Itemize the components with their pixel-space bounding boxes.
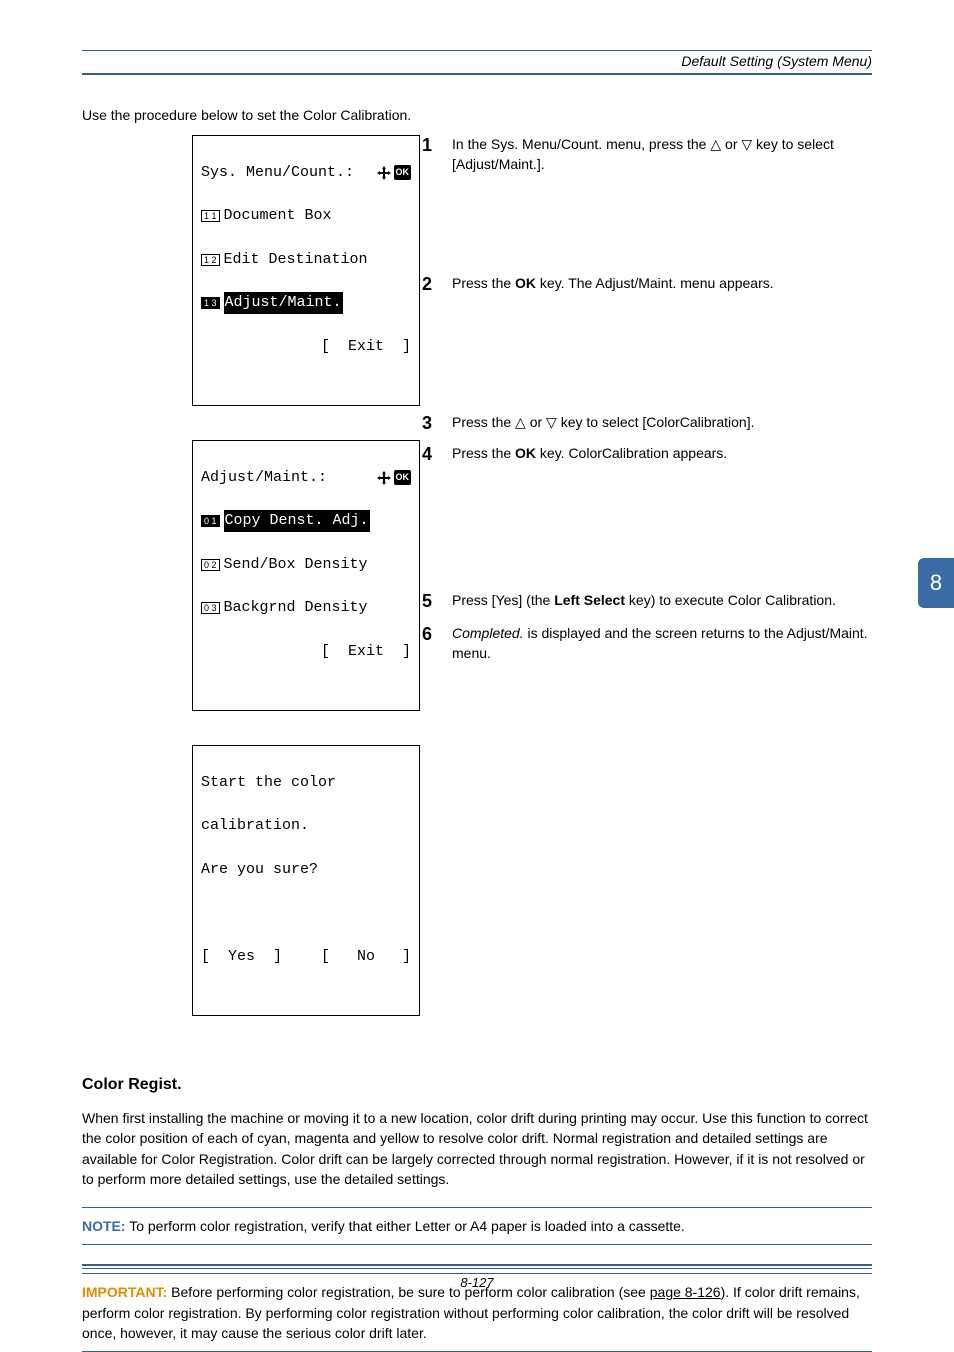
- lcd3-yes: [ Yes ]: [201, 946, 282, 968]
- step-num-1: 1: [422, 135, 452, 174]
- step-text-1: In the Sys. Menu/Count. menu, press the …: [452, 135, 872, 174]
- lcd1-softkey: [ Exit ]: [321, 336, 411, 358]
- lcd3-line2: calibration.: [201, 815, 309, 837]
- note-label: NOTE:: [82, 1218, 126, 1234]
- lcd1-title: Sys. Menu/Count.: [201, 162, 345, 184]
- lcd3-no: [ No ]: [321, 946, 411, 968]
- dpad-icon: [377, 471, 391, 485]
- step-num-2: 2: [422, 274, 452, 295]
- step-num-4: 4: [422, 444, 452, 465]
- step-text-6: Completed. is displayed and the screen r…: [452, 624, 872, 663]
- item-num: 0 3: [201, 602, 220, 614]
- page-number: 8-127: [82, 1268, 872, 1290]
- step-list: 1 In the Sys. Menu/Count. menu, press th…: [422, 135, 872, 663]
- step-num-6: 6: [422, 624, 452, 663]
- step-text-2: Press the OK key. The Adjust/Maint. menu…: [452, 274, 872, 295]
- item-num: 0 1: [201, 515, 220, 527]
- dpad-icon: [377, 166, 391, 180]
- step-num-3: 3: [422, 413, 452, 434]
- note-text: To perform color registration, verify th…: [126, 1218, 685, 1234]
- lcd3-line1: Start the color: [201, 772, 336, 794]
- step-text-3: Press the △ or ▽ key to select [ColorCal…: [452, 413, 872, 434]
- step-text-4: Press the OK key. ColorCalibration appea…: [452, 444, 872, 465]
- lcd1-item-1: Edit Destination: [224, 249, 368, 271]
- lcd2-item-0: Copy Denst. Adj.: [224, 510, 370, 532]
- lcd2-item-1: Send/Box Density: [224, 554, 368, 576]
- lcd1-item-0: Document Box: [224, 205, 332, 227]
- body-paragraph: When first installing the machine or mov…: [82, 1108, 872, 1189]
- step-num-5: 5: [422, 591, 452, 612]
- item-num: 0 2: [201, 559, 220, 571]
- note-box: NOTE: To perform color registration, ver…: [82, 1207, 872, 1245]
- lcd1-item-2: Adjust/Maint.: [224, 292, 343, 314]
- step-text-5: Press [Yes] (the Left Select key) to exe…: [452, 591, 872, 612]
- lcd2-item-2: Backgrnd Density: [224, 597, 368, 619]
- section-heading: Color Regist.: [82, 1076, 872, 1094]
- ok-icon: OK: [394, 470, 412, 485]
- intro-paragraph: Use the procedure below to set the Color…: [82, 107, 872, 123]
- lcd2-title: Adjust/Maint.: [201, 467, 318, 489]
- item-num: 1 2: [201, 254, 220, 266]
- lcd3-line3: Are you sure?: [201, 859, 318, 881]
- lcd-adjust-maint: Adjust/Maint.:OK 0 1Copy Denst. Adj. 0 2…: [192, 440, 420, 711]
- lcd-confirm: Start the color calibration. Are you sur…: [192, 745, 420, 1016]
- item-num: 1 1: [201, 210, 220, 222]
- ok-icon: OK: [394, 165, 412, 180]
- lcd-sys-menu: Sys. Menu/Count.:OK 1 1Document Box 1 2E…: [192, 135, 420, 406]
- chapter-tab: 8: [918, 558, 954, 608]
- item-num: 1 3: [201, 297, 220, 309]
- lcd2-softkey: [ Exit ]: [321, 641, 411, 663]
- header-section-title: Default Setting (System Menu): [82, 53, 872, 69]
